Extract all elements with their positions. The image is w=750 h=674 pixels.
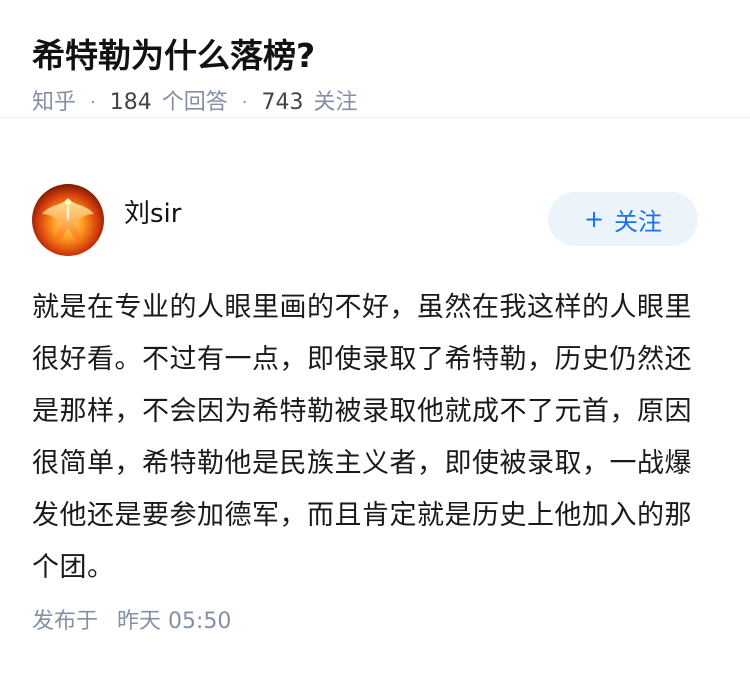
publish-time: 昨天 05:50	[117, 609, 232, 634]
answer-content[interactable]: 就是在专业的人眼里画的不好，虽然在我这样的人眼里很好看。不过有一点，即使录取了希…	[32, 282, 704, 594]
answer-author-row: 刘sir + 关注	[32, 182, 698, 258]
phoenix-avatar-image	[32, 184, 104, 256]
follow-button-label: 关注	[614, 207, 663, 236]
follow-button[interactable]: + 关注	[548, 192, 698, 246]
question-header: 希特勒为什么落榜? 知乎 · 184 个回答 · 743 关注	[0, 0, 750, 118]
follow-count: 743	[261, 90, 304, 115]
meta-separator: ·	[90, 92, 96, 113]
source-label[interactable]: 知乎	[32, 86, 76, 120]
answer-count-label[interactable]: 个回答	[162, 86, 228, 120]
avatar[interactable]	[32, 184, 104, 256]
question-meta: 知乎 · 184 个回答 · 743 关注	[32, 86, 718, 120]
publish-label: 发布于	[32, 609, 99, 634]
follow-count-label[interactable]: 关注	[314, 86, 358, 120]
author-name[interactable]: 刘sir	[124, 196, 181, 232]
question-title[interactable]: 希特勒为什么落榜?	[32, 34, 718, 78]
meta-separator: ·	[241, 92, 248, 113]
plus-icon: +	[583, 205, 605, 233]
answer-footer: 发布于 昨天 05:50	[32, 604, 231, 640]
answer-count: 184	[109, 90, 152, 115]
